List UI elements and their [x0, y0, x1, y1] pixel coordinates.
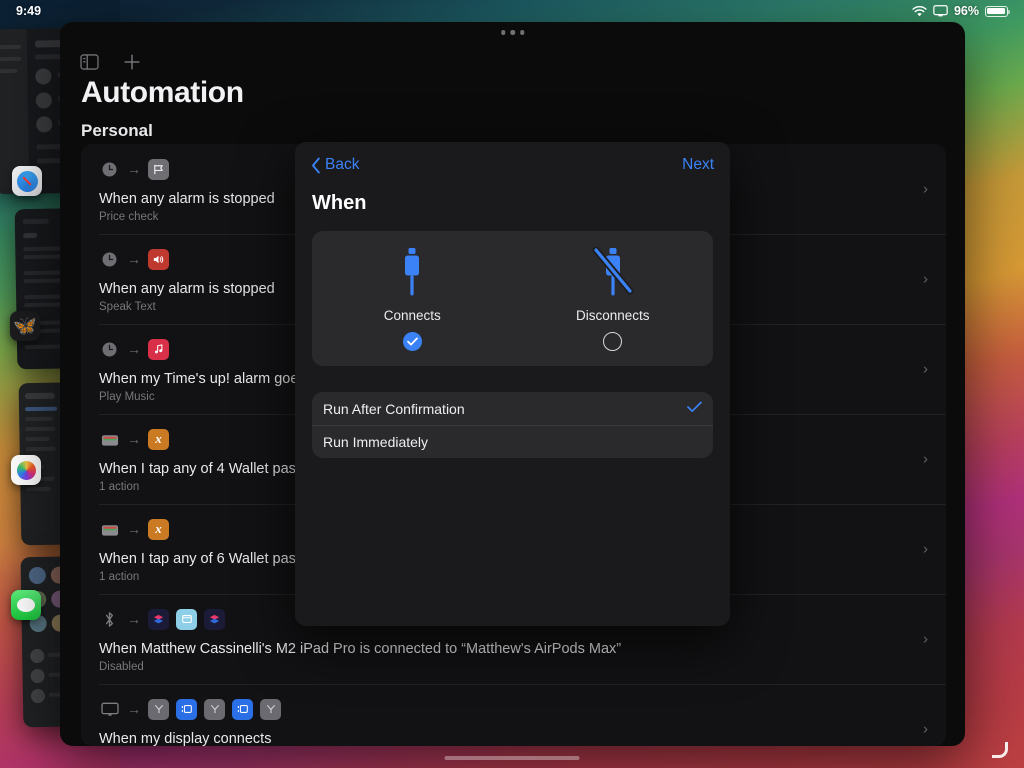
- run-options-card: Run After Confirmation Run Immediately: [312, 392, 713, 458]
- chevron-right-icon: ›: [923, 721, 928, 738]
- screen-mirroring-icon: [933, 5, 948, 17]
- checkmark-icon: [687, 400, 702, 417]
- radio-selected-icon[interactable]: [403, 332, 422, 351]
- cable-connector-slash-icon: [592, 246, 634, 304]
- chevron-right-icon: ›: [923, 271, 928, 288]
- home-indicator[interactable]: [445, 756, 580, 761]
- screen: 🦋: [0, 0, 1024, 768]
- shortcuts-flag-icon: [148, 159, 169, 180]
- alarm-clock-icon: [99, 159, 120, 180]
- window-icon: [176, 699, 197, 720]
- x-app-icon: x: [148, 429, 169, 450]
- trigger-choice-card: Connects Disconnect: [312, 231, 713, 366]
- chevron-right-icon: ›: [923, 451, 928, 468]
- chevron-right-icon: ›: [923, 631, 928, 648]
- page-title: Automation: [81, 76, 244, 110]
- option-run-immediately[interactable]: Run Immediately: [312, 425, 713, 458]
- cable-connector-icon: [396, 246, 428, 304]
- when-trigger-sheet: Back Next When Connects: [295, 142, 730, 626]
- messages-app-icon[interactable]: [11, 590, 41, 620]
- alarm-clock-icon: [99, 339, 120, 360]
- status-bar-clock: 9:49: [16, 4, 41, 18]
- arrow-right-icon: →: [127, 342, 141, 356]
- photos-app-icon[interactable]: [11, 455, 41, 485]
- stacks-icon: [148, 609, 169, 630]
- section-title: Personal: [81, 121, 153, 141]
- choice-label: Connects: [384, 308, 441, 323]
- arrow-right-icon: →: [127, 612, 141, 626]
- plus-icon[interactable]: [123, 53, 141, 71]
- back-button[interactable]: Back: [311, 156, 359, 174]
- choice-disconnects[interactable]: Disconnects: [513, 231, 714, 366]
- window-toolbar: [60, 44, 965, 80]
- back-label: Back: [325, 156, 359, 174]
- wallet-icon: [99, 519, 120, 540]
- sidebar-toggle-icon[interactable]: [80, 54, 99, 70]
- window-icon: [176, 609, 197, 630]
- battery-percent-label: 96%: [954, 4, 979, 18]
- choice-label: Disconnects: [576, 308, 650, 323]
- arrow-right-icon: →: [127, 702, 141, 716]
- y-icon: [260, 699, 281, 720]
- window-icon: [232, 699, 253, 720]
- y-icon: [148, 699, 169, 720]
- chevron-left-icon: [311, 157, 321, 174]
- speaker-icon: [148, 249, 169, 270]
- sheet-nav-bar: Back Next: [295, 142, 730, 188]
- option-label: Run After Confirmation: [323, 401, 465, 417]
- arrow-right-icon: →: [127, 252, 141, 266]
- y-icon: [204, 699, 225, 720]
- chevron-right-icon: ›: [923, 361, 928, 378]
- arrow-right-icon: →: [127, 522, 141, 536]
- row-icon-group: →: [99, 698, 928, 720]
- stacks-icon: [204, 609, 225, 630]
- choice-connects[interactable]: Connects: [312, 231, 513, 366]
- safari-app-icon[interactable]: [12, 166, 42, 196]
- table-row[interactable]: →: [81, 684, 946, 746]
- next-button[interactable]: Next: [682, 156, 714, 174]
- row-subtitle: Disabled: [99, 661, 928, 673]
- alarm-clock-icon: [99, 249, 120, 270]
- sheet-heading: When: [295, 192, 730, 215]
- display-icon: [99, 699, 120, 720]
- multitasking-handle[interactable]: [501, 30, 525, 35]
- status-bar: 9:49 96%: [0, 0, 1024, 22]
- row-title: When my display connects: [99, 731, 928, 746]
- butterfly-app-icon[interactable]: 🦋: [10, 311, 40, 341]
- option-label: Run Immediately: [323, 434, 428, 450]
- row-title: When Matthew Cassinelli's M2 iPad Pro is…: [99, 641, 928, 657]
- chevron-right-icon: ›: [923, 181, 928, 198]
- bluetooth-icon: [99, 609, 120, 630]
- option-run-after-confirmation[interactable]: Run After Confirmation: [312, 392, 713, 425]
- wifi-icon: [912, 6, 927, 17]
- music-note-icon: [148, 339, 169, 360]
- arrow-right-icon: →: [127, 432, 141, 446]
- radio-unselected-icon[interactable]: [603, 332, 622, 351]
- x-app-icon: x: [148, 519, 169, 540]
- battery-icon: [985, 6, 1008, 17]
- chevron-right-icon: ›: [923, 541, 928, 558]
- wallet-icon: [99, 429, 120, 450]
- arrow-right-icon: →: [127, 162, 141, 176]
